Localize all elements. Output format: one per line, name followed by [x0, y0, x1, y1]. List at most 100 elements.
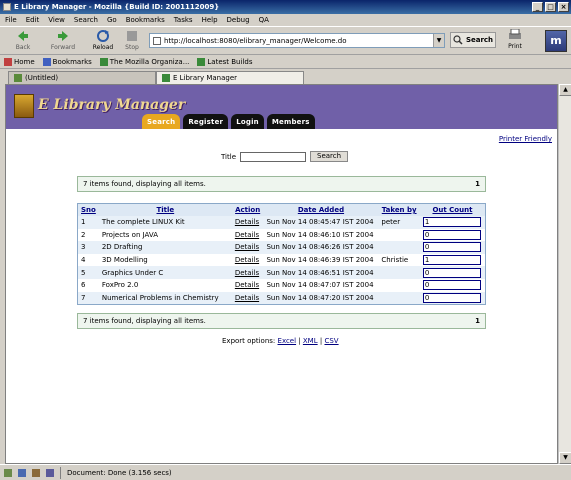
menu-file[interactable]: File [5, 16, 17, 24]
url-dropdown-icon[interactable]: ▼ [433, 34, 444, 47]
site-nav: Search Register Login Members [142, 114, 315, 129]
table-row: 6 FoxPro 2.0 Details Sun Nov 14 08:47:07 IS… [78, 278, 485, 292]
menu-search[interactable]: Search [74, 16, 98, 24]
menu-go[interactable]: Go [107, 16, 117, 24]
tab-elibrary[interactable]: E Library Manager [156, 71, 304, 84]
home-button[interactable]: Home [4, 57, 35, 66]
cell-date-added: Sun Nov 14 08:47:20 IST 2004 [263, 291, 379, 305]
nav-tab-login[interactable]: Login [231, 114, 264, 129]
menu-view[interactable]: View [48, 16, 65, 24]
table-row: 2 Projects on JAVA Details Sun Nov 14 08:46… [78, 228, 485, 242]
cell-out-count: 0 [419, 228, 485, 242]
menu-bookmarks[interactable]: Bookmarks [126, 16, 165, 24]
books-table: Sno Title Action Date Added Taken by Out… [77, 203, 486, 306]
cell-date-added: Sun Nov 14 08:46:26 IST 2004 [263, 241, 379, 254]
search-button[interactable]: Search [450, 32, 496, 48]
bookmarks-button[interactable]: Bookmarks [42, 57, 92, 66]
mail-icon[interactable] [18, 468, 26, 477]
title-search-input[interactable] [240, 151, 307, 162]
bookmark-mozilla[interactable]: The Mozilla Organiza... [99, 57, 189, 66]
minimize-button[interactable]: _ [532, 2, 543, 12]
menu-tasks[interactable]: Tasks [174, 16, 193, 24]
details-link[interactable]: Details [231, 266, 264, 279]
reload-icon [97, 30, 109, 42]
scroll-up-icon[interactable]: ▲ [559, 84, 571, 96]
results-info-bottom: 7 items found, displaying all items. 1 [77, 313, 486, 329]
details-link[interactable]: Details [231, 216, 264, 229]
out-count-field[interactable]: 0 [422, 292, 481, 303]
print-label: Print [508, 43, 522, 50]
results-count-text: 7 items found, displaying all items. [83, 180, 206, 188]
close-button[interactable]: × [558, 2, 569, 12]
cell-taken-by [378, 241, 420, 254]
details-link[interactable]: Details [231, 253, 264, 267]
menu-bar: File Edit View Search Go Bookmarks Tasks… [0, 14, 571, 27]
details-link[interactable]: Details [231, 241, 264, 254]
forward-button[interactable]: Forward [50, 29, 76, 51]
col-taken-by[interactable]: Taken by [378, 204, 420, 216]
site-title: E Library Manager [38, 97, 186, 113]
cell-sno: 6 [78, 278, 99, 292]
cell-title: Projects on JAVA [98, 228, 232, 242]
col-sno[interactable]: Sno [78, 204, 99, 216]
cell-date-added: Sun Nov 14 08:47:07 IST 2004 [263, 278, 379, 292]
stop-button[interactable]: Stop [119, 29, 145, 51]
window-title: E Library Manager - Mozilla {Build ID: 2… [14, 3, 220, 11]
table-row: 4 3D Modelling Details Sun Nov 14 08:46:39 … [78, 253, 485, 267]
printer-friendly-link[interactable]: Printer Friendly [499, 135, 552, 143]
out-count-field[interactable]: 0 [422, 267, 481, 278]
cell-taken-by [378, 291, 420, 305]
menu-debug[interactable]: Debug [227, 16, 250, 24]
col-title[interactable]: Title [98, 204, 232, 216]
out-count-field[interactable]: 0 [422, 280, 481, 291]
out-count-field[interactable]: 1 [422, 217, 481, 228]
print-button[interactable]: Print [505, 28, 525, 50]
cell-out-count: 1 [419, 253, 485, 267]
col-date-added[interactable]: Date Added [263, 204, 379, 216]
window-titlebar: E Library Manager - Mozilla {Build ID: 2… [0, 0, 571, 14]
cell-taken-by [378, 278, 420, 292]
browser-tabs: (Untitled) E Library Manager [0, 69, 571, 84]
export-xml-link[interactable]: XML [303, 337, 318, 345]
vertical-scrollbar[interactable]: ▲ ▼ [558, 84, 571, 464]
nav-tab-members[interactable]: Members [266, 114, 315, 129]
out-count-field[interactable]: 0 [422, 242, 481, 253]
export-csv-link[interactable]: CSV [324, 337, 338, 345]
back-button[interactable]: Back [10, 29, 36, 51]
bookmark-icon [99, 57, 108, 66]
composer-icon[interactable] [32, 468, 40, 477]
bookmark-latest-builds[interactable]: Latest Builds [197, 57, 252, 66]
addressbook-icon[interactable] [46, 468, 54, 477]
details-link[interactable]: Details [231, 228, 264, 242]
url-field[interactable]: http://localhost:8080/elibrary_manager/W… [149, 33, 445, 48]
scroll-down-icon[interactable]: ▼ [559, 452, 571, 464]
tab-untitled[interactable]: (Untitled) [8, 71, 156, 84]
cell-out-count: 0 [419, 278, 485, 292]
maximize-button[interactable]: □ [545, 2, 556, 12]
cell-date-added: Sun Nov 14 08:46:10 IST 2004 [263, 228, 379, 242]
col-action[interactable]: Action [231, 204, 264, 216]
cell-title: Graphics Under C [98, 266, 232, 279]
table-row: 1 The complete LINUX Kit Details Sun Nov 14… [78, 216, 485, 229]
bookmarks-icon [42, 57, 51, 66]
cell-sno: 4 [78, 253, 99, 267]
out-count-field[interactable]: 1 [422, 255, 481, 266]
menu-qa[interactable]: QA [259, 16, 269, 24]
menu-help[interactable]: Help [202, 16, 218, 24]
details-link[interactable]: Details [231, 278, 264, 292]
cell-date-added: Sun Nov 14 08:45:47 IST 2004 [263, 216, 379, 229]
navigator-icon[interactable] [4, 468, 12, 477]
details-link[interactable]: Details [231, 291, 264, 305]
menu-edit[interactable]: Edit [26, 16, 40, 24]
col-out-count[interactable]: Out Count [419, 204, 485, 216]
nav-tab-register[interactable]: Register [183, 114, 229, 129]
nav-tab-search[interactable]: Search [142, 114, 181, 129]
export-excel-link[interactable]: Excel [278, 337, 297, 345]
out-count-field[interactable]: 0 [422, 229, 481, 240]
cell-out-count: 0 [419, 266, 485, 279]
search-submit-button[interactable]: Search [310, 151, 349, 162]
mozilla-throbber-icon[interactable]: m [545, 30, 567, 52]
navigation-toolbar: Back Forward Reload Stop http://localhos… [0, 27, 571, 55]
url-text: http://localhost:8080/elibrary_manager/W… [164, 36, 347, 45]
reload-button[interactable]: Reload [90, 29, 116, 51]
